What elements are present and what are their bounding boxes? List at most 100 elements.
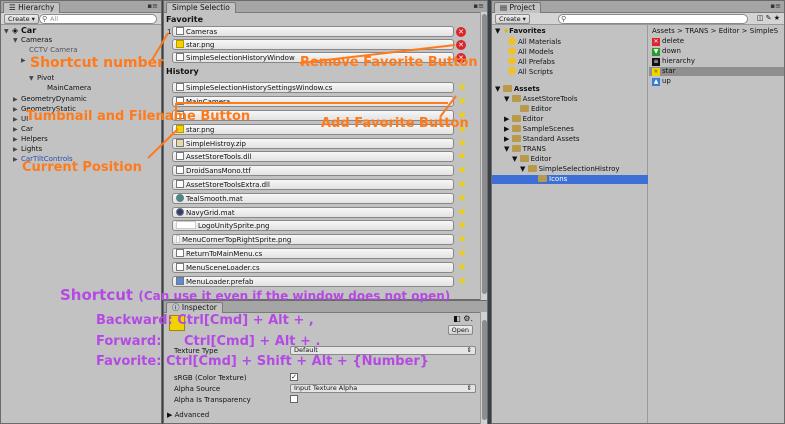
remove-favorite-button[interactable]: ✕ <box>456 40 466 50</box>
tree-item-geodynamic[interactable]: ▶ GeometryDynamic <box>13 95 87 104</box>
alpha-transparency-checkbox[interactable] <box>290 395 298 403</box>
favorite-search-item[interactable]: All Scripts <box>508 67 553 76</box>
history-item[interactable]: AssetStoreToolsExtra.dll <box>172 179 454 190</box>
history-item[interactable]: MenuSceneLoader.cs <box>172 262 454 273</box>
add-favorite-star-icon[interactable]: ★ <box>457 221 467 231</box>
folder-label: Editor <box>530 155 552 163</box>
file-item[interactable]: ✕ delete <box>652 37 684 46</box>
panel-menu-icon[interactable]: ▪≡ <box>473 2 484 10</box>
add-favorite-star-icon[interactable]: ★ <box>457 97 467 107</box>
file-item-selected[interactable]: ★ star <box>649 67 784 76</box>
add-favorite-star-icon[interactable]: ★ <box>457 249 467 259</box>
collapse-arrow-icon[interactable]: ▶ <box>13 95 21 104</box>
folder-item[interactable]: ▶ Editor <box>504 115 543 124</box>
history-item[interactable]: ReturnToMainMenu.cs <box>172 248 454 259</box>
tab-simple-selection[interactable]: Simple Selectio <box>166 2 236 13</box>
folder-item[interactable]: ▼ SimpleSelectionHistroy <box>520 165 620 174</box>
tree-item-maincamera[interactable]: MainCamera <box>47 84 91 93</box>
favorite-search-item[interactable]: All Materials <box>508 37 561 46</box>
collapse-arrow-icon[interactable]: ▶ <box>13 125 21 134</box>
collapse-arrow-icon[interactable]: ▶ <box>13 105 21 114</box>
sprite-thumbnail-icon <box>176 235 180 243</box>
folder-item[interactable]: ▼ Editor <box>512 155 551 164</box>
scrollbar-thumb[interactable] <box>482 14 487 294</box>
inspector-scrollbar[interactable] <box>480 312 487 424</box>
panel-menu-icon[interactable]: ▪≡ <box>770 2 781 10</box>
tree-item-lights[interactable]: ▶ Lights <box>13 145 42 154</box>
history-item[interactable]: NavyGrid.mat <box>172 207 454 218</box>
collapse-arrow-icon[interactable]: ▶ <box>21 56 29 65</box>
project-search-input[interactable]: ⚲ <box>558 14 748 24</box>
history-item[interactable]: MainCamera <box>172 96 454 107</box>
folder-item[interactable]: ▼ AssetStoreTools <box>504 95 578 104</box>
alpha-source-dropdown[interactable]: Input Texture Alpha ⇕ <box>290 384 476 393</box>
scrollbar-thumb[interactable] <box>482 320 487 420</box>
expand-arrow-icon[interactable]: ▼ <box>29 74 37 83</box>
history-item[interactable]: SimpleHistroy.zip <box>172 138 454 149</box>
collapse-arrow-icon[interactable]: ▶ <box>13 115 21 124</box>
advanced-label: Advanced <box>174 411 210 419</box>
assets-header[interactable]: ▼ Assets <box>495 85 540 94</box>
open-button[interactable]: Open <box>447 325 473 335</box>
tree-item-helpers[interactable]: ▶ Helpers <box>13 135 48 144</box>
folder-item-selected[interactable]: Icons <box>492 175 648 184</box>
add-favorite-star-icon[interactable]: ★ <box>457 180 467 190</box>
favorites-header[interactable]: ▼ ★Favorites <box>495 27 546 36</box>
favorite-search-item[interactable]: All Prefabs <box>508 57 555 66</box>
history-item[interactable]: TealSmooth.mat <box>172 193 454 204</box>
favorite-search-item[interactable]: All Models <box>508 47 554 56</box>
folder-item[interactable]: ▶ Standard Assets <box>504 135 579 144</box>
add-favorite-star-icon[interactable]: ★ <box>457 139 467 149</box>
add-favorite-star-icon[interactable]: ★ <box>457 208 467 218</box>
advanced-foldout[interactable]: ▶ Advanced <box>167 411 209 419</box>
folder-item[interactable]: ▶ SampleScenes <box>504 125 574 134</box>
favorite-item-cameras[interactable]: Cameras <box>172 26 454 37</box>
create-button[interactable]: Create ▾ <box>495 14 530 24</box>
add-favorite-star-icon[interactable]: ★ <box>457 235 467 245</box>
history-item[interactable]: MenuCornerTopRightSprite.png <box>172 234 454 245</box>
add-favorite-star-icon[interactable]: ★ <box>457 263 467 273</box>
favorite-item-star[interactable]: star.png <box>172 39 454 50</box>
scene-root[interactable]: ▼ ◈ Car <box>4 26 36 35</box>
tree-item-pivot[interactable]: ▼ Pivot <box>29 74 54 83</box>
history-item[interactable]: SimpleSelectionHistorySettingsWindow.cs <box>172 82 454 93</box>
add-favorite-star-icon[interactable]: ★ <box>457 166 467 176</box>
filter-icons[interactable]: ◫ ✎ ★ <box>757 14 780 22</box>
create-button[interactable]: Create ▾ <box>4 14 39 24</box>
tree-item-hidden[interactable]: ▶ <box>21 56 29 65</box>
history-item[interactable]: LogoUnitySprite.png <box>172 220 454 231</box>
collapse-arrow-icon[interactable]: ▶ <box>13 155 21 164</box>
remove-favorite-button[interactable]: ✕ <box>456 27 466 37</box>
add-favorite-star-icon[interactable]: ★ <box>457 152 467 162</box>
file-item[interactable]: ▼ down <box>652 47 681 56</box>
history-item-label: MainCamera <box>186 98 231 106</box>
file-item[interactable]: ≡ hierarchy <box>652 57 695 66</box>
simple-selection-scrollbar[interactable] <box>480 12 487 300</box>
tab-hierarchy[interactable]: ☰ Hierarchy <box>3 2 61 13</box>
history-item-label: star.png <box>186 126 215 134</box>
add-favorite-star-icon[interactable]: ★ <box>457 277 467 287</box>
expand-arrow-icon[interactable]: ▼ <box>13 36 21 45</box>
project-tabbar: ▤ Project ▪≡ <box>492 1 784 13</box>
panel-menu-icon[interactable]: ▪≡ <box>147 2 158 10</box>
history-item[interactable]: AssetStoreTools.dll <box>172 151 454 162</box>
add-favorite-star-icon[interactable]: ★ <box>457 194 467 204</box>
tree-item-car[interactable]: ▶ Car <box>13 125 33 134</box>
expand-arrow-icon[interactable]: ▼ <box>4 27 12 36</box>
file-item[interactable]: ▲ up <box>652 77 671 86</box>
star-file-icon: ★ <box>652 68 660 76</box>
search-input[interactable]: ⚲ All <box>39 14 157 24</box>
tab-project[interactable]: ▤ Project <box>494 2 542 13</box>
collapse-arrow-icon[interactable]: ▶ <box>13 135 21 144</box>
folder-item[interactable]: ▼ TRANS <box>504 145 546 154</box>
inspector-settings-icon[interactable]: ◧ ⚙. <box>453 314 473 323</box>
history-item-label: SimpleSelectionHistorySettingsWindow.cs <box>186 84 333 92</box>
tree-item-cctv[interactable]: CCTV Camera <box>29 46 78 55</box>
srgb-checkbox[interactable]: ✓ <box>290 373 298 381</box>
history-item[interactable]: DroidSansMono.ttf <box>172 165 454 176</box>
search-filter-icon <box>508 37 516 45</box>
collapse-arrow-icon[interactable]: ▶ <box>13 145 21 154</box>
tree-item-cameras[interactable]: ▼ Cameras <box>13 36 52 45</box>
add-favorite-star-icon[interactable]: ★ <box>457 83 467 93</box>
folder-item[interactable]: Editor <box>520 105 552 114</box>
